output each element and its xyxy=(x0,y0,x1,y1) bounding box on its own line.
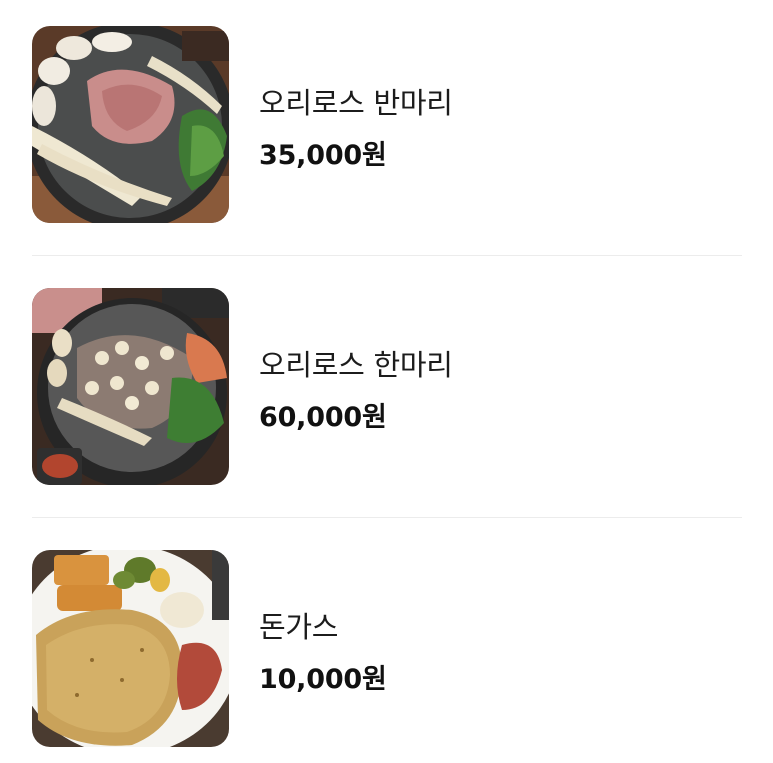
menu-item-photo[interactable] xyxy=(32,26,229,223)
menu-item-price: 60,000원 xyxy=(259,402,387,433)
pork-cutlet-photo xyxy=(32,550,229,747)
menu-item-price: 35,000원 xyxy=(259,140,387,171)
menu-item-pork-cutlet[interactable]: 돈가스 10,000원 xyxy=(32,550,742,748)
duck-roast-whole-photo xyxy=(32,288,229,485)
menu-item-name: 오리로스 한마리 xyxy=(259,348,453,382)
divider xyxy=(32,517,742,518)
menu-item-photo[interactable] xyxy=(32,550,229,747)
menu-item-name: 오리로스 반마리 xyxy=(259,86,453,120)
menu-item-duck-roast-half[interactable]: 오리로스 반마리 35,000원 xyxy=(32,26,742,224)
menu-list: 오리로스 반마리 35,000원 오리로스 한마리 60,000원 돈가스 10… xyxy=(0,0,773,763)
menu-item-name: 돈가스 xyxy=(259,610,339,644)
menu-item-price: 10,000원 xyxy=(259,664,387,695)
menu-item-duck-roast-whole[interactable]: 오리로스 한마리 60,000원 xyxy=(32,288,742,486)
menu-item-photo[interactable] xyxy=(32,288,229,485)
divider xyxy=(32,255,742,256)
duck-roast-half-photo xyxy=(32,26,229,223)
